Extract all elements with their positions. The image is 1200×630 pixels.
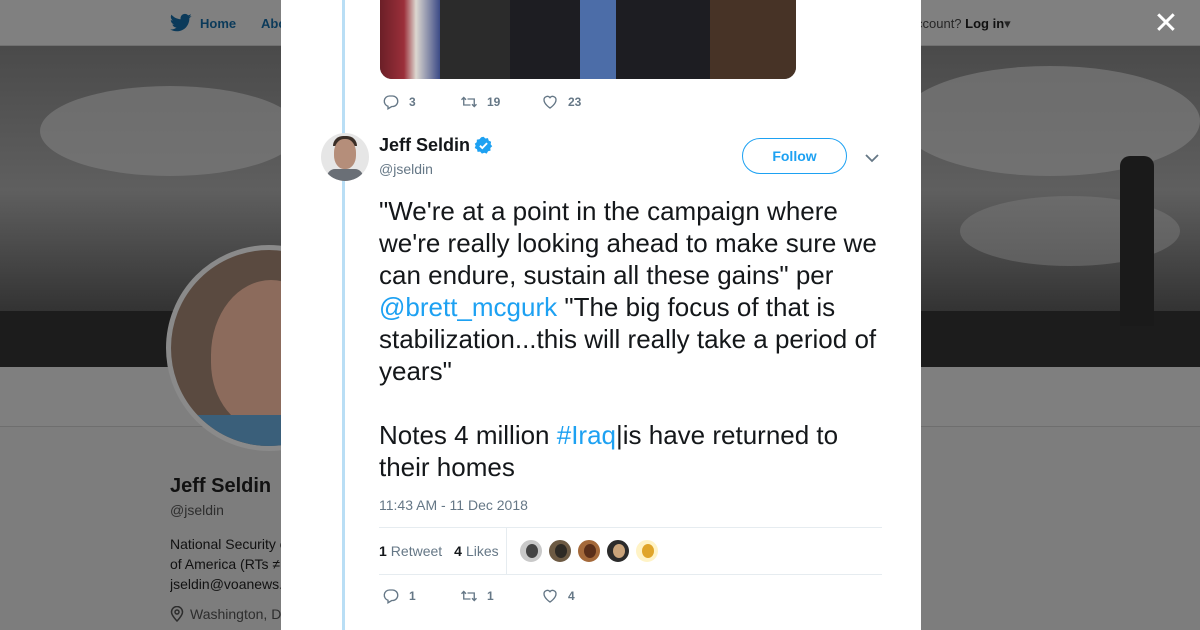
tweet-stats: 1 Retweet 4 Likes [379, 528, 499, 574]
previous-tweet-photo[interactable] [380, 0, 796, 79]
like-stat-count: 4 [454, 543, 462, 559]
like-count: 4 [568, 589, 575, 603]
profile-location: Washington, D [170, 606, 282, 622]
profile-name: Jeff Seldin [170, 475, 272, 497]
liker-figure [526, 544, 538, 558]
like-stat[interactable]: 4 Likes [454, 543, 498, 559]
tweet-text: "We're at a point in the campaign where … [379, 195, 889, 483]
tweet-text-segment: "We're at a point in the campaign where … [379, 196, 877, 290]
avatar-body [327, 169, 363, 181]
retweet-icon [461, 590, 477, 602]
reply-count: 1 [409, 589, 416, 603]
liker-avatar[interactable] [577, 539, 601, 563]
like-stat-label: Likes [465, 543, 499, 559]
tweet-paragraph: "We're at a point in the campaign where … [379, 195, 889, 387]
bio-line: National Security c [170, 536, 282, 552]
tweet-text-segment: Notes 4 million [379, 420, 557, 450]
account-prompt: ccount? Log in▾ [916, 16, 1011, 32]
location-pin-icon [170, 606, 184, 622]
mention-link[interactable]: @brett_mcgurk [379, 292, 557, 322]
verified-badge-icon [474, 136, 493, 154]
login-caret[interactable]: ▾ [1004, 16, 1011, 31]
nav-home-link[interactable]: Home [170, 13, 236, 33]
reply-icon [383, 95, 399, 110]
tweet-actions: 1 1 4 [382, 587, 575, 605]
photo-background [710, 0, 796, 79]
account-prompt-text: ccount? [916, 16, 962, 31]
retweet-button[interactable]: 1 [460, 587, 541, 605]
reply-button[interactable]: 1 [382, 587, 460, 605]
banner-statue [1120, 156, 1154, 326]
author-name[interactable]: Jeff Seldin [379, 135, 470, 156]
retweet-stat[interactable]: 1 Retweet [379, 543, 442, 559]
like-button[interactable]: 4 [541, 587, 575, 605]
profile-handle: @jseldin [170, 502, 224, 518]
retweet-count: 19 [487, 95, 501, 109]
bio-line: of America (RTs ≠ [170, 556, 281, 572]
reply-count: 3 [409, 95, 416, 109]
retweet-stat-count: 1 [379, 543, 387, 559]
retweet-count: 1 [487, 589, 494, 603]
bio-line: jseldin@voanews. [170, 576, 282, 592]
retweet-button[interactable]: 19 [460, 93, 541, 111]
avatar-face [334, 139, 356, 169]
login-link[interactable]: Log in [965, 16, 1004, 31]
hashtag-link[interactable]: #Iraq [557, 420, 616, 450]
liker-avatar[interactable] [548, 539, 572, 563]
reply-button[interactable]: 3 [382, 93, 460, 111]
previous-tweet-actions: 3 19 23 [382, 93, 581, 111]
like-count: 23 [568, 95, 582, 109]
author-avatar[interactable] [321, 133, 369, 181]
stats-divider-bottom [379, 574, 882, 575]
stats-separator [506, 528, 507, 574]
follow-button[interactable]: Follow [742, 138, 847, 174]
liker-figure [555, 544, 567, 558]
twitter-bird-icon [170, 13, 192, 32]
retweet-stat-label: Retweet [390, 543, 443, 559]
tweet-paragraph: Notes 4 million #Iraq|is have returned t… [379, 419, 889, 483]
liker-avatar[interactable] [519, 539, 543, 563]
liker-avatars [519, 539, 659, 563]
photo-flag [380, 0, 440, 79]
tweet-timestamp[interactable]: 11:43 AM - 11 Dec 2018 [379, 497, 528, 513]
liker-figure [584, 544, 596, 558]
like-icon [543, 589, 557, 603]
liker-avatar[interactable] [606, 539, 630, 563]
thread-connector-line [342, 0, 345, 630]
like-icon [543, 95, 557, 109]
liker-avatar[interactable] [635, 539, 659, 563]
location-text: Washington, D [190, 606, 282, 622]
close-icon[interactable]: ✕ [1152, 9, 1180, 39]
banner-cloud [900, 66, 1200, 176]
nav-home-label: Home [200, 15, 237, 31]
liker-figure [613, 544, 625, 558]
reply-icon [383, 589, 399, 604]
banner-cloud [40, 86, 300, 176]
liker-figure [642, 544, 654, 558]
chevron-down-icon[interactable] [864, 150, 880, 166]
photo-tie [580, 0, 616, 79]
author-handle[interactable]: @jseldin [379, 161, 433, 177]
profile-bio: National Security c of America (RTs ≠ js… [170, 534, 282, 594]
retweet-icon [461, 96, 477, 108]
like-button[interactable]: 23 [541, 93, 581, 111]
